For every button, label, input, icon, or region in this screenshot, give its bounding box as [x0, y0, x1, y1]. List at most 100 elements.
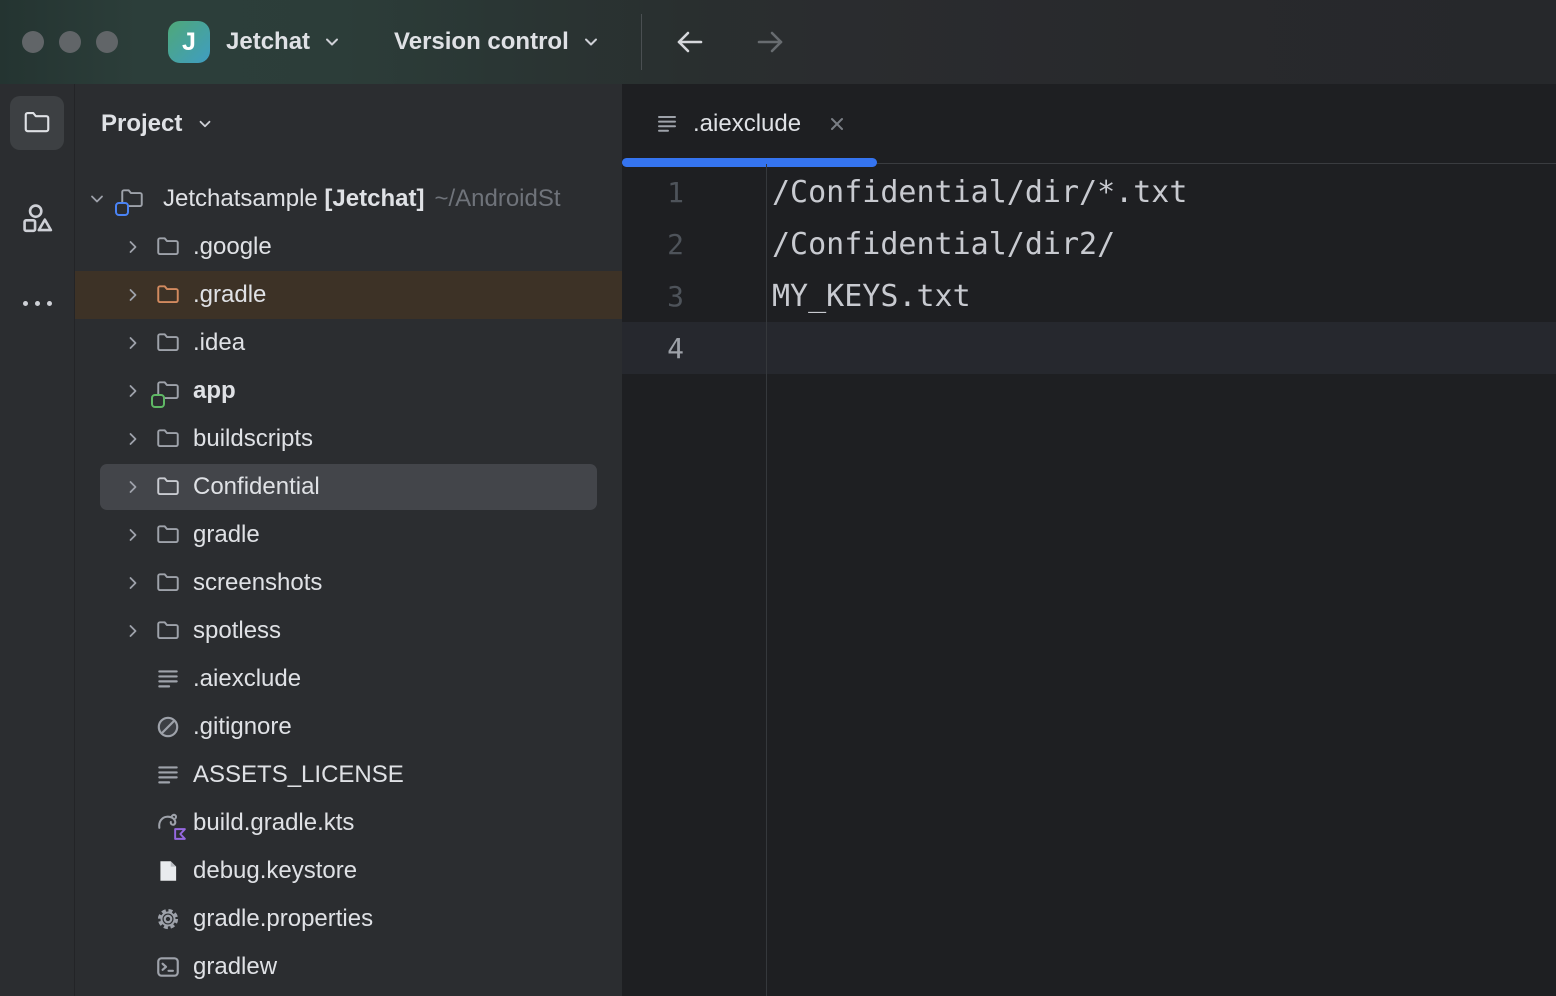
- chevron-right-icon[interactable]: [120, 618, 146, 644]
- code-text: /Confidential/dir/*.txt: [772, 175, 1187, 210]
- file-icon: [154, 857, 182, 885]
- tree-row-label: .gradle: [193, 281, 266, 309]
- window-controls: [22, 31, 118, 53]
- root-badge: [115, 202, 129, 216]
- chevron-right-icon[interactable]: [120, 378, 146, 404]
- tree-row-gradle-dot[interactable]: .gradle: [75, 271, 622, 319]
- code-text: /Confidential/dir2/: [772, 227, 1115, 262]
- vcs-widget[interactable]: Version control: [394, 28, 601, 56]
- project-widget[interactable]: J Jetchat: [168, 21, 342, 63]
- kotlin-script-badge: [173, 827, 187, 841]
- tree-row-buildscripts[interactable]: buildscripts: [75, 415, 622, 463]
- line-number: 3: [622, 280, 684, 313]
- tree-row-label: build.gradle.kts: [193, 809, 354, 837]
- chevron-down-icon: [581, 32, 601, 52]
- tree-row-label: gradle.properties: [193, 905, 373, 933]
- window-minimize-button[interactable]: [59, 31, 81, 53]
- module-folder-icon: [154, 377, 182, 405]
- line-number: 1: [622, 176, 684, 209]
- folder-icon: [22, 108, 52, 138]
- gradle-kts-file-icon: [154, 809, 182, 837]
- project-root-folder-icon: [118, 185, 146, 213]
- tree-row-confidential[interactable]: Confidential: [75, 463, 622, 511]
- root-name: Jetchatsample: [163, 185, 318, 213]
- folder-icon: [154, 329, 182, 357]
- tab-title: .aiexclude: [693, 110, 801, 138]
- tree-row-label: debug.keystore: [193, 857, 357, 885]
- ide-window: J Jetchat Version control: [0, 0, 1556, 996]
- tree-row-assets-license[interactable]: ASSETS_LICENSE: [75, 751, 622, 799]
- project-avatar: J: [168, 21, 210, 63]
- code-line[interactable]: 2 /Confidential/dir2/: [622, 218, 1556, 270]
- code-line-current[interactable]: 4: [622, 322, 1556, 374]
- navigate-forward-button[interactable]: [750, 22, 790, 62]
- project-panel-header[interactable]: Project: [75, 84, 622, 164]
- tree-row-label: screenshots: [193, 569, 322, 597]
- code-line[interactable]: 1 /Confidential/dir/*.txt: [622, 166, 1556, 218]
- tree-row-spotless[interactable]: spotless: [75, 607, 622, 655]
- tree-row-label: spotless: [193, 617, 281, 645]
- gutter-divider: [766, 164, 767, 996]
- ellipsis-icon: [23, 301, 52, 306]
- tree-row-root[interactable]: Jetchatsample [Jetchat] ~/AndroidSt: [75, 175, 622, 223]
- tab-aiexclude[interactable]: .aiexclude: [622, 84, 877, 164]
- module-badge: [151, 394, 165, 408]
- chevron-right-icon[interactable]: [120, 330, 146, 356]
- tree-row-debug-keystore[interactable]: debug.keystore: [75, 847, 622, 895]
- chevron-right-icon[interactable]: [120, 234, 146, 260]
- tree-row-aiexclude[interactable]: .aiexclude: [75, 655, 622, 703]
- chevron-right-icon[interactable]: [120, 570, 146, 596]
- navigate-back-button[interactable]: [670, 22, 710, 62]
- text-file-icon: [655, 112, 679, 136]
- text-file-icon: [154, 665, 182, 693]
- tree-row-app[interactable]: app: [75, 367, 622, 415]
- project-name: Jetchat: [226, 28, 310, 56]
- tool-window-stripe: [0, 84, 75, 996]
- tree-row-idea[interactable]: .idea: [75, 319, 622, 367]
- excluded-folder-icon: [154, 281, 182, 309]
- root-module: [Jetchat]: [324, 185, 424, 213]
- tree-row-label: gradle: [193, 521, 260, 549]
- tree-row-google[interactable]: .google: [75, 223, 622, 271]
- tree-row-label: .idea: [193, 329, 245, 357]
- folder-icon: [154, 425, 182, 453]
- text-file-icon: [154, 761, 182, 789]
- project-tree: Jetchatsample [Jetchat] ~/AndroidSt .goo…: [75, 175, 622, 991]
- folder-icon: [154, 521, 182, 549]
- tree-row-gradle-properties[interactable]: gradle.properties: [75, 895, 622, 943]
- tab-close-icon[interactable]: [827, 114, 847, 134]
- window-close-button[interactable]: [22, 31, 44, 53]
- resource-manager-tool-button[interactable]: [10, 192, 64, 246]
- chevron-right-icon[interactable]: [120, 282, 146, 308]
- code-editor[interactable]: 1 /Confidential/dir/*.txt 2 /Confidentia…: [622, 164, 1556, 996]
- ignore-file-icon: [154, 713, 182, 741]
- terminal-file-icon: [154, 953, 182, 981]
- tree-row-label: app: [193, 377, 236, 405]
- line-number: 4: [622, 332, 684, 365]
- tree-row-gradlew[interactable]: gradlew: [75, 943, 622, 991]
- more-tool-windows-button[interactable]: [10, 264, 64, 318]
- tree-row-gitignore[interactable]: .gitignore: [75, 703, 622, 751]
- tree-row-label: gradlew: [193, 953, 277, 981]
- tree-row-screenshots[interactable]: screenshots: [75, 559, 622, 607]
- gear-icon: [154, 905, 182, 933]
- chevron-right-icon[interactable]: [120, 522, 146, 548]
- editor-tab-bar: .aiexclude: [622, 84, 1556, 164]
- chevron-down-icon: [322, 32, 342, 52]
- tree-row-label: .google: [193, 233, 272, 261]
- editor-pane: .aiexclude 1 /Confidential/dir/*.txt 2: [622, 84, 1556, 996]
- tree-row-label: Confidential: [193, 473, 320, 501]
- tree-row-label: .aiexclude: [193, 665, 301, 693]
- project-tool-button[interactable]: [10, 96, 64, 150]
- code-line[interactable]: 3 MY_KEYS.txt: [622, 270, 1556, 322]
- project-panel-title: Project: [101, 110, 182, 138]
- chevron-down-icon[interactable]: [84, 186, 110, 212]
- tree-row-gradle[interactable]: gradle: [75, 511, 622, 559]
- vcs-label: Version control: [394, 28, 569, 56]
- tree-row-build-gradle-kts[interactable]: build.gradle.kts: [75, 799, 622, 847]
- chevron-right-icon[interactable]: [120, 426, 146, 452]
- titlebar-separator: [641, 14, 642, 70]
- window-zoom-button[interactable]: [96, 31, 118, 53]
- chevron-right-icon[interactable]: [120, 474, 146, 500]
- tree-row-label: ASSETS_LICENSE: [193, 761, 404, 789]
